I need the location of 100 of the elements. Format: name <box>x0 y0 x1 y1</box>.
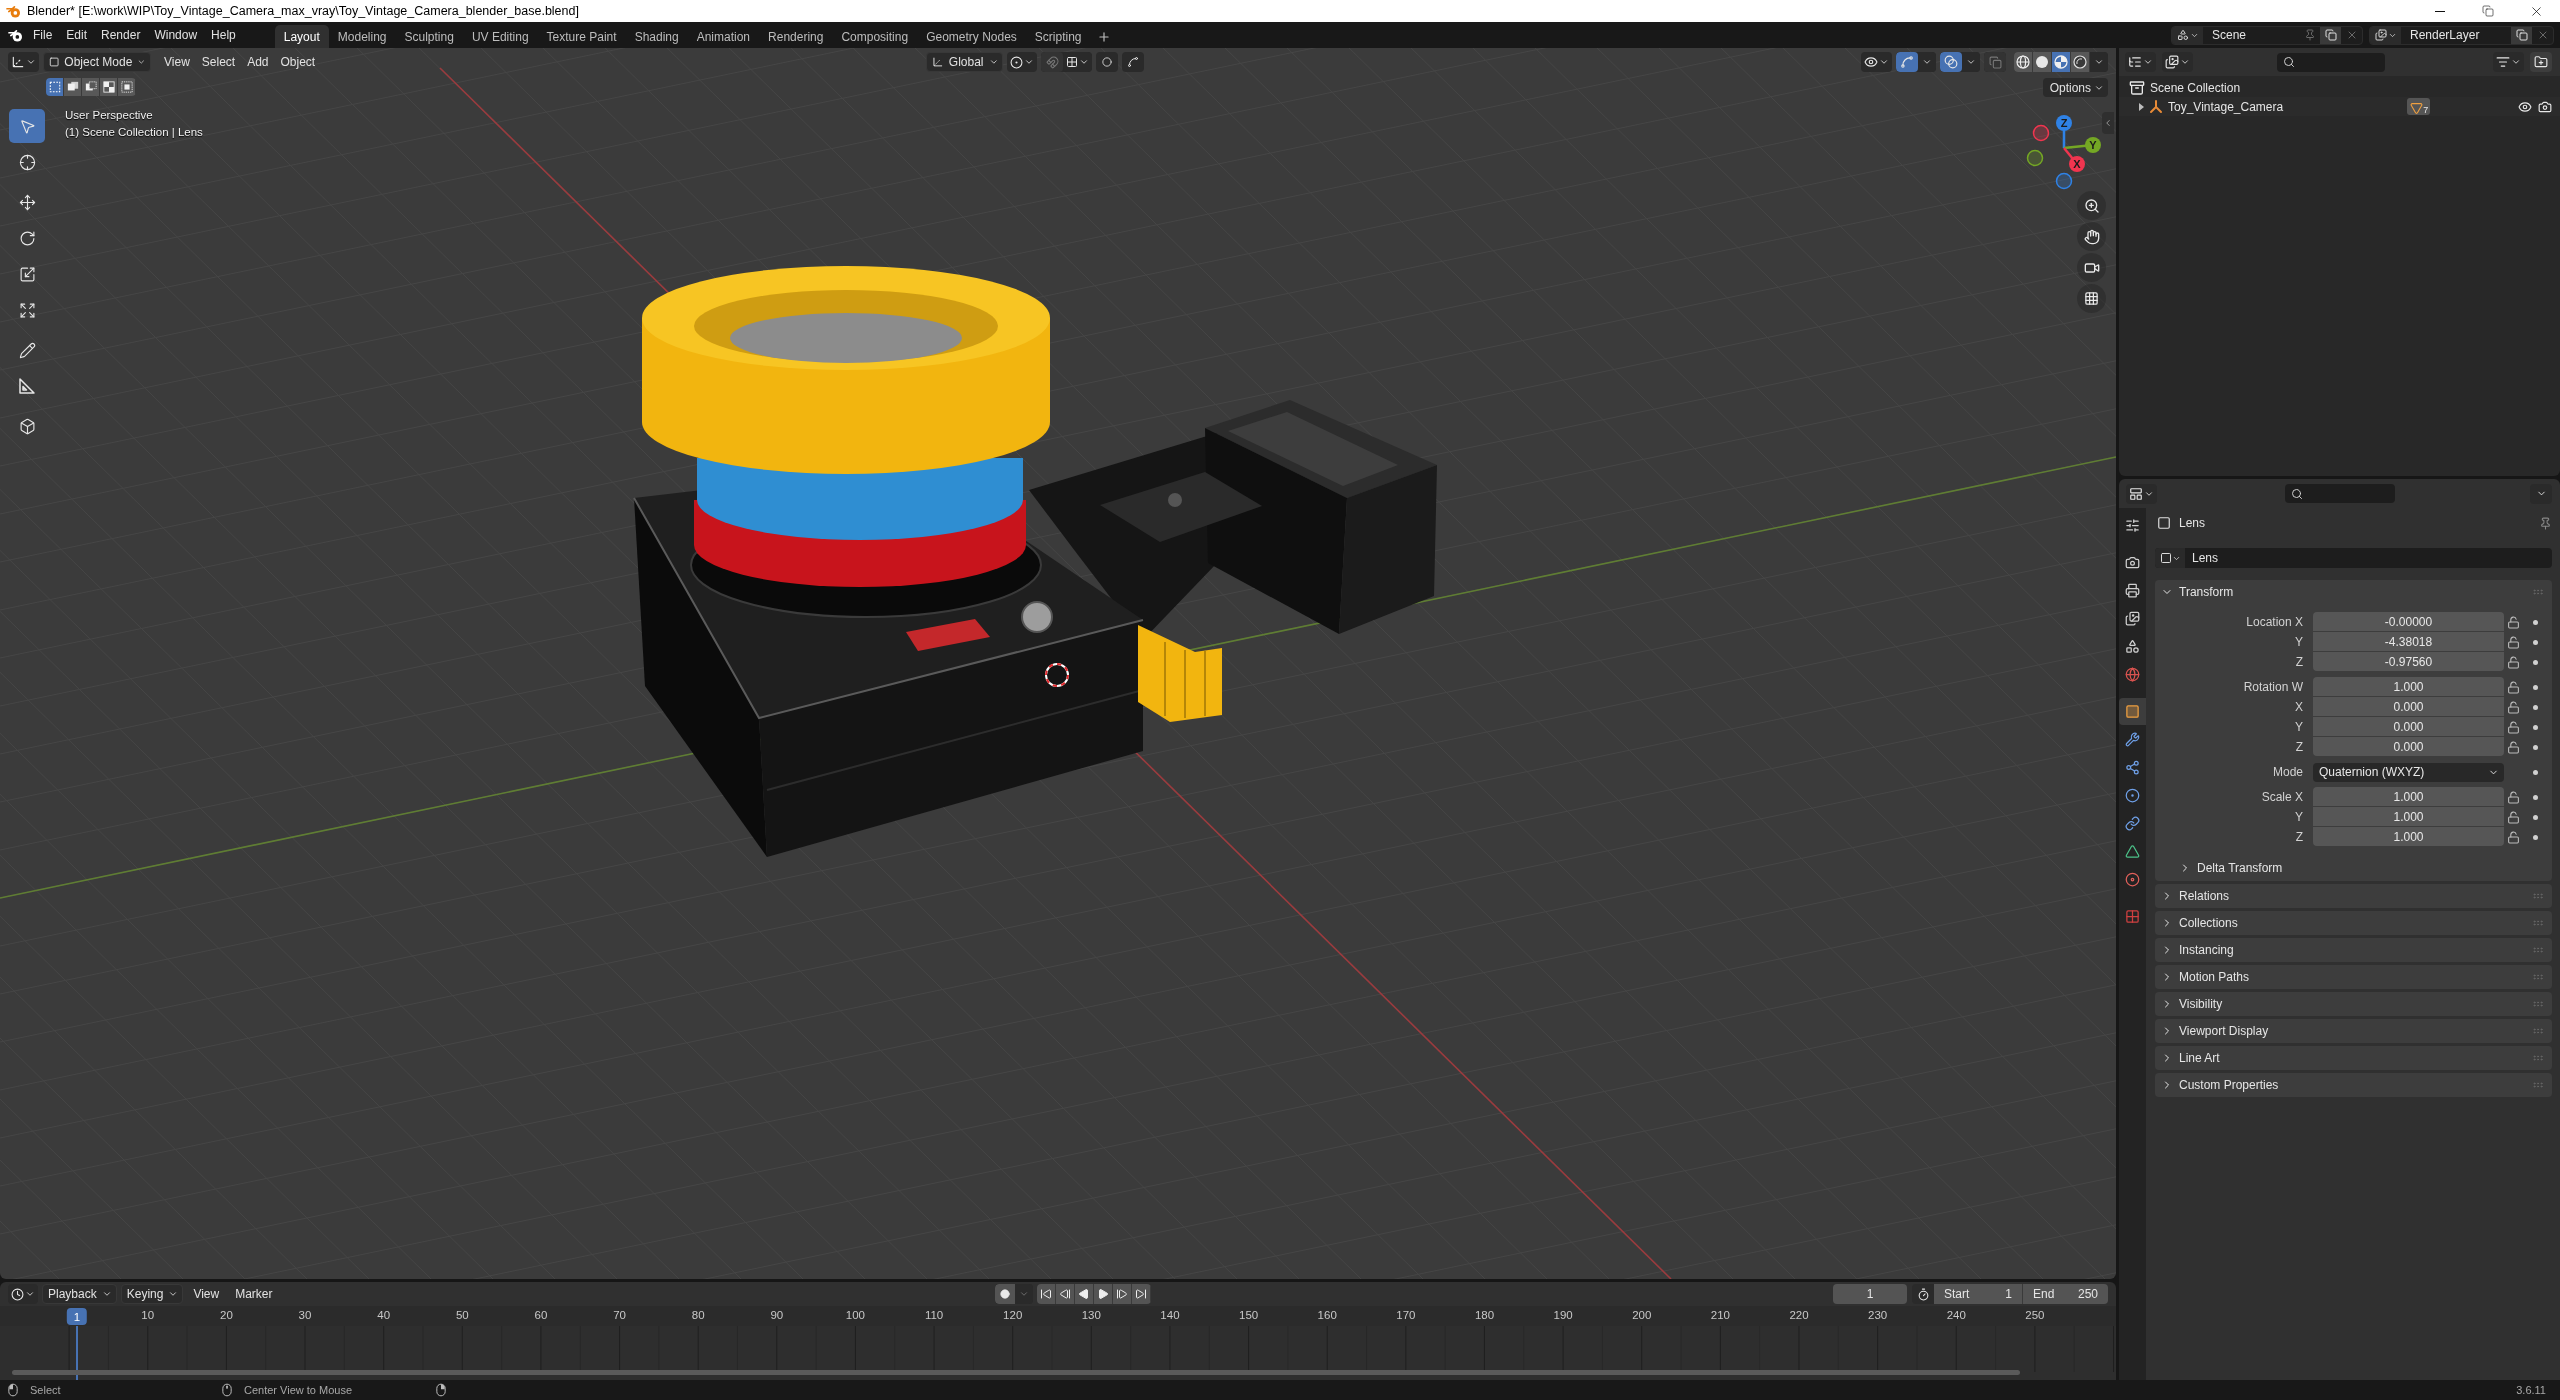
mode-dropdown[interactable]: Quaternion (WXYZ) <box>2313 762 2504 782</box>
panel-header[interactable]: Custom Properties <box>2155 1073 2552 1097</box>
keyframe-dot-icon[interactable] <box>2533 704 2538 710</box>
number-field[interactable]: 0.000 <box>2313 737 2504 756</box>
editor-type-button[interactable] <box>2126 483 2157 504</box>
workspace-tab[interactable]: Modeling <box>328 25 396 48</box>
options-button[interactable]: Options <box>2042 78 2108 97</box>
number-field[interactable]: -0.00000 <box>2313 612 2504 631</box>
scene-browse-button[interactable] <box>2172 26 2203 44</box>
workspace-tab[interactable]: Scripting <box>1025 25 1091 48</box>
panel-header[interactable]: Relations <box>2155 884 2552 908</box>
shading-button[interactable] <box>2014 52 2033 72</box>
navigation-button[interactable] <box>2077 222 2106 251</box>
keyframe-dot-icon[interactable] <box>2533 724 2538 730</box>
padlock-icon[interactable] <box>2507 830 2520 844</box>
eye-icon[interactable] <box>2518 99 2532 114</box>
keyframe-dot-icon[interactable] <box>2533 659 2538 665</box>
sidebar-toggle-button[interactable] <box>2102 112 2114 134</box>
pin-icon[interactable] <box>2539 516 2552 530</box>
editor-type-button[interactable] <box>8 1284 38 1304</box>
number-field[interactable]: 0.000 <box>2313 697 2504 716</box>
falloff-button[interactable] <box>1122 52 1145 72</box>
menu-item[interactable]: Add <box>241 52 275 72</box>
navigation-button[interactable] <box>2077 284 2106 313</box>
workspace-tab[interactable]: Texture Paint <box>537 25 626 48</box>
camera-icon[interactable] <box>2538 99 2552 114</box>
workspace-tab[interactable]: Animation <box>687 25 760 48</box>
child-data-button[interactable]: 7 <box>2407 98 2431 115</box>
new-scene-button[interactable] <box>2320 26 2341 44</box>
record-button[interactable] <box>994 1284 1015 1304</box>
padlock-icon[interactable] <box>2507 615 2520 629</box>
padlock-icon[interactable] <box>2507 810 2520 824</box>
outliner-item[interactable]: Toy_Vintage_Camera <box>2168 99 2284 114</box>
orientation-dropdown[interactable]: Global <box>926 52 1004 72</box>
menu-item[interactable]: Edit <box>59 24 95 46</box>
padlock-icon[interactable] <box>2507 740 2520 754</box>
workspace-tab[interactable]: Compositing <box>832 25 918 48</box>
gizmo-axis-handle[interactable]: Y <box>2063 137 2101 153</box>
menu-item[interactable]: Object <box>274 52 322 72</box>
gizmo-axis-handle[interactable]: Z <box>2056 115 2072 148</box>
workspace-tab[interactable]: UV Editing <box>462 25 538 48</box>
browse-button[interactable] <box>2155 548 2185 568</box>
number-field[interactable]: 1.000 <box>2313 827 2504 846</box>
panel-header[interactable]: Transform <box>2155 580 2552 604</box>
mode-dropdown[interactable]: Object Mode <box>43 52 151 72</box>
navigation-button[interactable] <box>2077 191 2106 220</box>
filter-button[interactable] <box>2493 52 2524 72</box>
search-field[interactable] <box>2285 484 2395 503</box>
menu-item[interactable]: Render <box>94 24 148 46</box>
view-layer-browse-button[interactable] <box>2370 26 2401 44</box>
select-mode-button[interactable] <box>64 78 82 96</box>
scene-name-field[interactable]: Scene <box>2203 28 2299 42</box>
keyframe-dot-icon[interactable] <box>2533 769 2538 775</box>
select-mode-button[interactable] <box>100 78 118 96</box>
number-field[interactable]: 1.000 <box>2313 677 2504 696</box>
new-view-layer-button[interactable] <box>2511 26 2532 44</box>
menu-item[interactable]: View <box>158 52 196 72</box>
jump-start-button[interactable] <box>1036 1284 1056 1304</box>
number-field[interactable]: 1.000 <box>2313 807 2504 826</box>
search-field[interactable] <box>2277 52 2385 72</box>
number-field[interactable]: 0.000 <box>2313 717 2504 736</box>
menu-item[interactable]: View <box>187 1284 226 1304</box>
keyframe-dot-icon[interactable] <box>2533 684 2538 690</box>
shading-button[interactable] <box>2071 52 2090 72</box>
number-field[interactable]: 1.000 <box>2313 787 2504 806</box>
select-mode-button[interactable] <box>82 78 100 96</box>
padlock-icon[interactable] <box>2507 700 2520 714</box>
gizmo-toggle[interactable] <box>1896 52 1918 72</box>
gizmo-axis-handle[interactable] <box>2055 172 2073 190</box>
menu-item[interactable]: File <box>26 24 60 46</box>
panel-header[interactable]: Line Art <box>2155 1046 2552 1070</box>
workspace-tab[interactable]: Layout <box>274 25 329 48</box>
menu-dropdown[interactable]: Playback <box>42 1284 117 1304</box>
playhead-marker[interactable]: 1 <box>66 1308 88 1325</box>
keyframe-dot-icon[interactable] <box>2533 639 2538 645</box>
new-collection-button[interactable] <box>2530 52 2552 72</box>
xray-toggle[interactable] <box>1984 52 2006 72</box>
menu-dropdown[interactable]: Keying <box>120 1284 184 1304</box>
end-frame-field[interactable]: End 250 <box>2022 1284 2108 1304</box>
workspace-tab[interactable]: Shading <box>625 25 688 48</box>
preview-range-button[interactable] <box>1912 1284 1934 1304</box>
keyframe-dot-icon[interactable] <box>2533 814 2538 820</box>
shading-button[interactable] <box>2033 52 2052 72</box>
padlock-icon[interactable] <box>2507 680 2520 694</box>
number-field[interactable]: -0.97560 <box>2313 652 2504 671</box>
panel-header[interactable]: Collections <box>2155 911 2552 935</box>
gizmo-axis-handle[interactable] <box>2026 149 2044 167</box>
menu-item[interactable]: Select <box>195 52 242 72</box>
panel-header[interactable]: Viewport Display <box>2155 1019 2552 1043</box>
menu-item[interactable]: Help <box>204 24 243 46</box>
menu-item[interactable]: Marker <box>229 1284 279 1304</box>
outliner-item[interactable]: Scene Collection <box>2150 80 2241 95</box>
keyframe-dot-icon[interactable] <box>2533 834 2538 840</box>
display-mode-button[interactable] <box>2162 52 2193 72</box>
current-frame-field[interactable]: 1 <box>1833 1284 1907 1304</box>
view-layer-name-field[interactable]: RenderLayer <box>2401 28 2511 42</box>
visibility-button[interactable] <box>1861 52 1892 72</box>
navigation-button[interactable] <box>2077 253 2106 282</box>
proportional-edit-button[interactable] <box>1096 52 1119 72</box>
padlock-icon[interactable] <box>2507 655 2520 669</box>
